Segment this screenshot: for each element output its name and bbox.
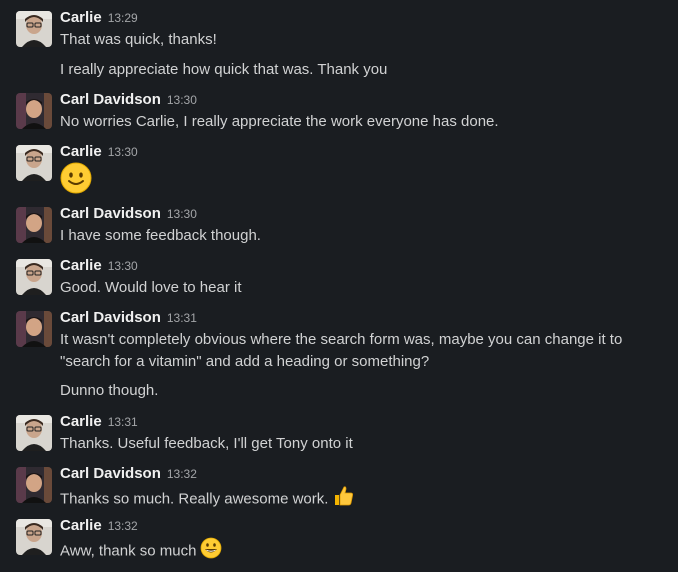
message-text: It wasn't completely obvious where the s…: [60, 331, 623, 370]
message-author[interactable]: Carlie: [60, 257, 102, 274]
message-timestamp[interactable]: 13:32: [108, 519, 138, 533]
avatar-carl-davidson[interactable]: [16, 467, 52, 503]
message-timestamp[interactable]: 13:30: [108, 145, 138, 159]
message: Carlie 13:30: [0, 134, 678, 196]
message-author[interactable]: Carl Davidson: [60, 309, 161, 326]
message-author[interactable]: Carlie: [60, 517, 102, 534]
message-author[interactable]: Carl Davidson: [60, 91, 161, 108]
message-feed: Carlie 13:29 That was quick, thanks! I re…: [0, 0, 678, 572]
message: Carlie 13:32 Aww, thank so much: [0, 508, 678, 572]
message-timestamp[interactable]: 13:29: [108, 11, 138, 25]
message: Carlie 13:30 Good. Would love to hear it: [0, 248, 678, 300]
message-timestamp[interactable]: 13:30: [167, 93, 197, 107]
message: Carl Davidson 13:30 I have some feedback …: [0, 196, 678, 248]
message-author[interactable]: Carl Davidson: [60, 205, 161, 222]
avatar-carl-davidson[interactable]: [16, 207, 52, 243]
message-text: Dunno though.: [60, 382, 159, 399]
message-text: Thanks so much. Really awesome work.: [60, 490, 329, 508]
message-timestamp[interactable]: 13:30: [167, 207, 197, 221]
message-text: That was quick, thanks!: [60, 31, 217, 48]
grinning-face-icon[interactable]: [200, 537, 222, 566]
message-timestamp[interactable]: 13:31: [108, 415, 138, 429]
message: Carl Davidson 13:32 Thanks so much. Reall…: [0, 456, 678, 508]
message-text-row: Aww, thank so much: [60, 537, 672, 566]
message-text: Good. Would love to hear it: [60, 279, 242, 296]
message: Carlie 13:29 That was quick, thanks! I re…: [0, 0, 678, 86]
slightly-smiling-face-icon[interactable]: [60, 162, 92, 198]
message-author[interactable]: Carlie: [60, 143, 102, 160]
message-timestamp[interactable]: 13:31: [167, 311, 197, 325]
message-text: No worries Carlie, I really appreciate t…: [60, 113, 499, 130]
message-timestamp[interactable]: 13:30: [108, 259, 138, 273]
avatar-carl-davidson[interactable]: [16, 93, 52, 129]
message-timestamp[interactable]: 13:32: [167, 467, 197, 481]
message-text: Thanks. Useful feedback, I'll get Tony o…: [60, 435, 353, 452]
avatar-carlie[interactable]: [16, 415, 52, 451]
message-author[interactable]: Carlie: [60, 9, 102, 26]
avatar-carlie[interactable]: [16, 145, 52, 181]
message-text: I have some feedback though.: [60, 227, 261, 244]
message: Carlie 13:31 Thanks. Useful feedback, I'l…: [0, 404, 678, 456]
message-author[interactable]: Carl Davidson: [60, 465, 161, 482]
message-author[interactable]: Carlie: [60, 413, 102, 430]
message: Carl Davidson 13:30 No worries Carlie, I …: [0, 82, 678, 134]
avatar-carlie[interactable]: [16, 519, 52, 555]
message: Carl Davidson 13:31 It wasn't completely …: [0, 300, 678, 404]
avatar-carlie[interactable]: [16, 11, 52, 47]
message-text: Aww, thank so much: [60, 542, 197, 560]
message-text: I really appreciate how quick that was. …: [60, 61, 388, 78]
avatar-carlie[interactable]: [16, 259, 52, 295]
avatar-carl-davidson[interactable]: [16, 311, 52, 347]
